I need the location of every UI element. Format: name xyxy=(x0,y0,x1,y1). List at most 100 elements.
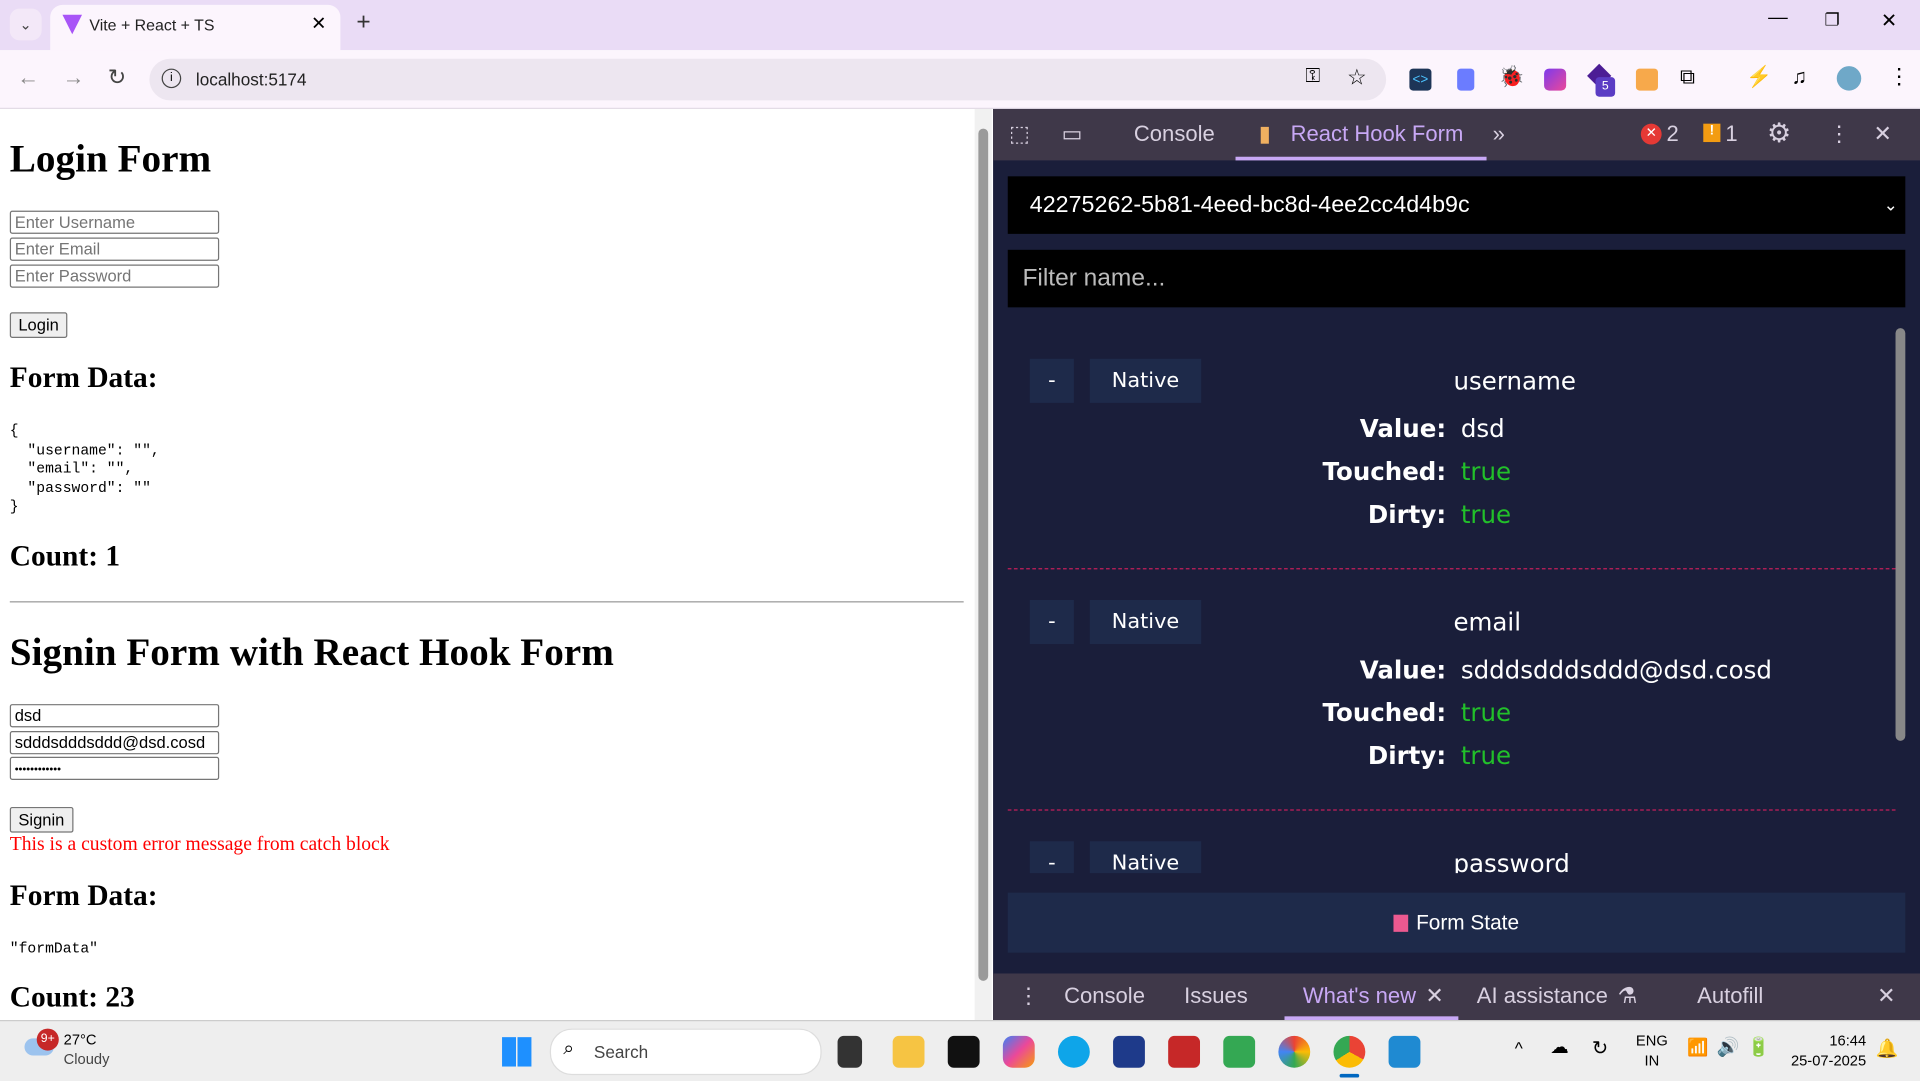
address-bar[interactable]: i localhost:5174 ⚿ ☆ xyxy=(149,58,1387,101)
tab-search-button[interactable]: ⌄ xyxy=(9,8,42,41)
weather-condition[interactable]: Cloudy xyxy=(64,1051,110,1068)
fields-scrollbar[interactable] xyxy=(1895,328,1906,741)
password-key-icon[interactable]: ⚿ xyxy=(1305,66,1320,88)
restore-button[interactable]: ❐ xyxy=(1825,10,1840,31)
tray-overflow-icon[interactable]: ^ xyxy=(1515,1038,1523,1058)
vscode-icon[interactable] xyxy=(1388,1035,1421,1068)
signin-password-input[interactable]: •••••••••••• xyxy=(9,756,220,781)
drawer-tab-close-icon[interactable]: ✕ xyxy=(1425,983,1443,1009)
field-row-clipped: - Native password xyxy=(993,831,1920,874)
extension-shield-icon[interactable] xyxy=(1635,68,1658,91)
extension-bug-icon[interactable]: 🐞 xyxy=(1499,65,1525,89)
native-button[interactable]: Native xyxy=(1089,600,1202,645)
field-value: sdddsdddsddd@dsd.cosd xyxy=(1460,655,1772,685)
forward-icon[interactable]: → xyxy=(62,65,84,91)
chrome-menu-icon[interactable]: ⋮ xyxy=(1888,64,1910,90)
battery-icon[interactable]: 🔋 xyxy=(1747,1036,1770,1058)
collapse-button[interactable]: - xyxy=(1029,600,1074,645)
minimize-button[interactable]: — xyxy=(1768,7,1788,29)
taskbar-search[interactable]: ⌕ Search xyxy=(549,1028,822,1076)
field-name: username xyxy=(1453,366,1576,396)
new-tab-button[interactable]: + xyxy=(356,9,370,37)
password-input[interactable]: Enter Password xyxy=(9,264,220,288)
profile-avatar[interactable] xyxy=(1836,66,1862,91)
signin-username-input[interactable]: dsd xyxy=(9,704,220,728)
file-explorer-icon[interactable] xyxy=(892,1035,925,1068)
onedrive-icon[interactable]: ☁ xyxy=(1550,1036,1568,1058)
drawer-close-icon[interactable]: ✕ xyxy=(1877,983,1895,1009)
time: 16:44 xyxy=(1829,1032,1867,1050)
region-code: IN xyxy=(1644,1051,1660,1069)
collapse-button[interactable]: - xyxy=(1029,841,1074,874)
url-text: localhost:5174 xyxy=(195,69,307,90)
notification-bell-icon[interactable]: 🔔 xyxy=(1876,1037,1899,1059)
tab-console[interactable]: Console xyxy=(1134,121,1215,147)
wifi-icon[interactable]: 📶 xyxy=(1687,1037,1708,1058)
tab-react-hook-form[interactable]: React Hook Form xyxy=(1291,121,1464,147)
extension-p-icon[interactable] xyxy=(1544,68,1567,91)
mcafee-icon[interactable] xyxy=(1168,1035,1201,1068)
login-button[interactable]: Login xyxy=(9,312,68,338)
search-icon: ⌕ xyxy=(563,1038,575,1060)
form-select[interactable]: 42275262-5b81-4eed-bc8d-4ee2cc4d4b9c ⌄ xyxy=(1007,176,1906,234)
drawer-tab-issues[interactable]: Issues xyxy=(1184,983,1248,1009)
warning-icon[interactable]: ! xyxy=(1703,123,1721,143)
page-scrollbar-thumb[interactable] xyxy=(978,128,989,981)
meet-icon[interactable] xyxy=(1223,1035,1256,1068)
volume-icon[interactable]: 🔊 xyxy=(1717,1036,1740,1058)
filter-name-input[interactable]: Filter name... xyxy=(1007,249,1906,308)
task-view-icon[interactable] xyxy=(837,1035,863,1068)
store-icon[interactable] xyxy=(1113,1035,1145,1068)
clipboard-icon: ▮ xyxy=(1258,121,1271,146)
email-input[interactable]: Enter Email xyxy=(9,237,220,261)
signin-email-input[interactable]: sdddsdddsddd@dsd.cosd xyxy=(9,731,220,755)
settings-gear-icon[interactable]: ⚙ xyxy=(1767,118,1791,150)
photos-icon[interactable] xyxy=(1278,1035,1311,1068)
username-input[interactable]: Enter Username xyxy=(9,210,220,234)
collapse-button[interactable]: - xyxy=(1029,358,1074,403)
error-count[interactable]: 2 xyxy=(1667,121,1679,147)
inspect-element-icon[interactable]: ⬚ xyxy=(1009,121,1030,147)
clock[interactable]: 16:44 25-07-2025 xyxy=(1788,1031,1866,1070)
drawer-menu-icon[interactable]: ⋮ xyxy=(1018,983,1040,1009)
devtools-close-icon[interactable]: ✕ xyxy=(1873,121,1891,147)
performance-leaf-icon[interactable]: ⚡ xyxy=(1746,65,1772,89)
edge-icon[interactable] xyxy=(1057,1035,1090,1068)
warning-count[interactable]: 1 xyxy=(1725,121,1737,147)
back-icon[interactable]: ← xyxy=(17,65,39,91)
language-indicator[interactable]: ENG IN xyxy=(1636,1031,1668,1070)
windows-start-icon[interactable] xyxy=(502,1037,532,1067)
browser-tab[interactable]: Vite + React + TS ✕ xyxy=(50,4,341,51)
media-control-icon[interactable]: ♫ xyxy=(1791,65,1807,89)
page-scrollbar[interactable] xyxy=(974,108,992,1021)
drawer-tab-whats-new[interactable]: What's new xyxy=(1303,983,1416,1009)
device-toggle-icon[interactable]: ▭ xyxy=(1062,121,1083,147)
more-tabs-icon[interactable]: » xyxy=(1493,121,1505,147)
login-form-data: { "username": "", "email": "", "password… xyxy=(9,422,160,516)
web-page: Login Form Enter Username Enter Email En… xyxy=(0,108,992,1021)
native-button[interactable]: Native xyxy=(1089,841,1202,874)
signin-count: Count: 23 xyxy=(9,982,135,1014)
chrome-icon[interactable] xyxy=(1333,1035,1366,1068)
extension-code-icon[interactable]: <> xyxy=(1409,68,1432,91)
chevron-down-icon: ⌄ xyxy=(1883,194,1898,215)
sync-icon[interactable]: ↻ xyxy=(1592,1036,1608,1060)
extension-d-icon[interactable] xyxy=(1457,68,1475,91)
error-icon[interactable]: ✕ xyxy=(1640,123,1662,145)
extensions-puzzle-icon[interactable]: ⧉ xyxy=(1680,65,1695,89)
drawer-tab-autofill[interactable]: Autofill xyxy=(1697,983,1763,1009)
native-button[interactable]: Native xyxy=(1089,358,1202,403)
terminal-icon[interactable] xyxy=(947,1035,980,1068)
signin-button[interactable]: Signin xyxy=(9,806,73,833)
bookmark-star-icon[interactable]: ☆ xyxy=(1347,65,1367,91)
weather-temp[interactable]: 27°C xyxy=(64,1031,97,1048)
reload-icon[interactable]: ↻ xyxy=(108,65,126,91)
tab-close-icon[interactable]: ✕ xyxy=(311,12,326,34)
drawer-tab-console[interactable]: Console xyxy=(1064,983,1145,1009)
devtools-menu-icon[interactable]: ⋮ xyxy=(1828,121,1850,147)
close-window-button[interactable]: ✕ xyxy=(1881,9,1897,33)
drawer-tab-ai-assistance[interactable]: AI assistance xyxy=(1477,983,1608,1009)
site-info-icon[interactable]: i xyxy=(161,68,182,89)
copilot-icon[interactable] xyxy=(1002,1035,1035,1068)
form-state-toggle[interactable]: Form State xyxy=(1007,892,1906,953)
